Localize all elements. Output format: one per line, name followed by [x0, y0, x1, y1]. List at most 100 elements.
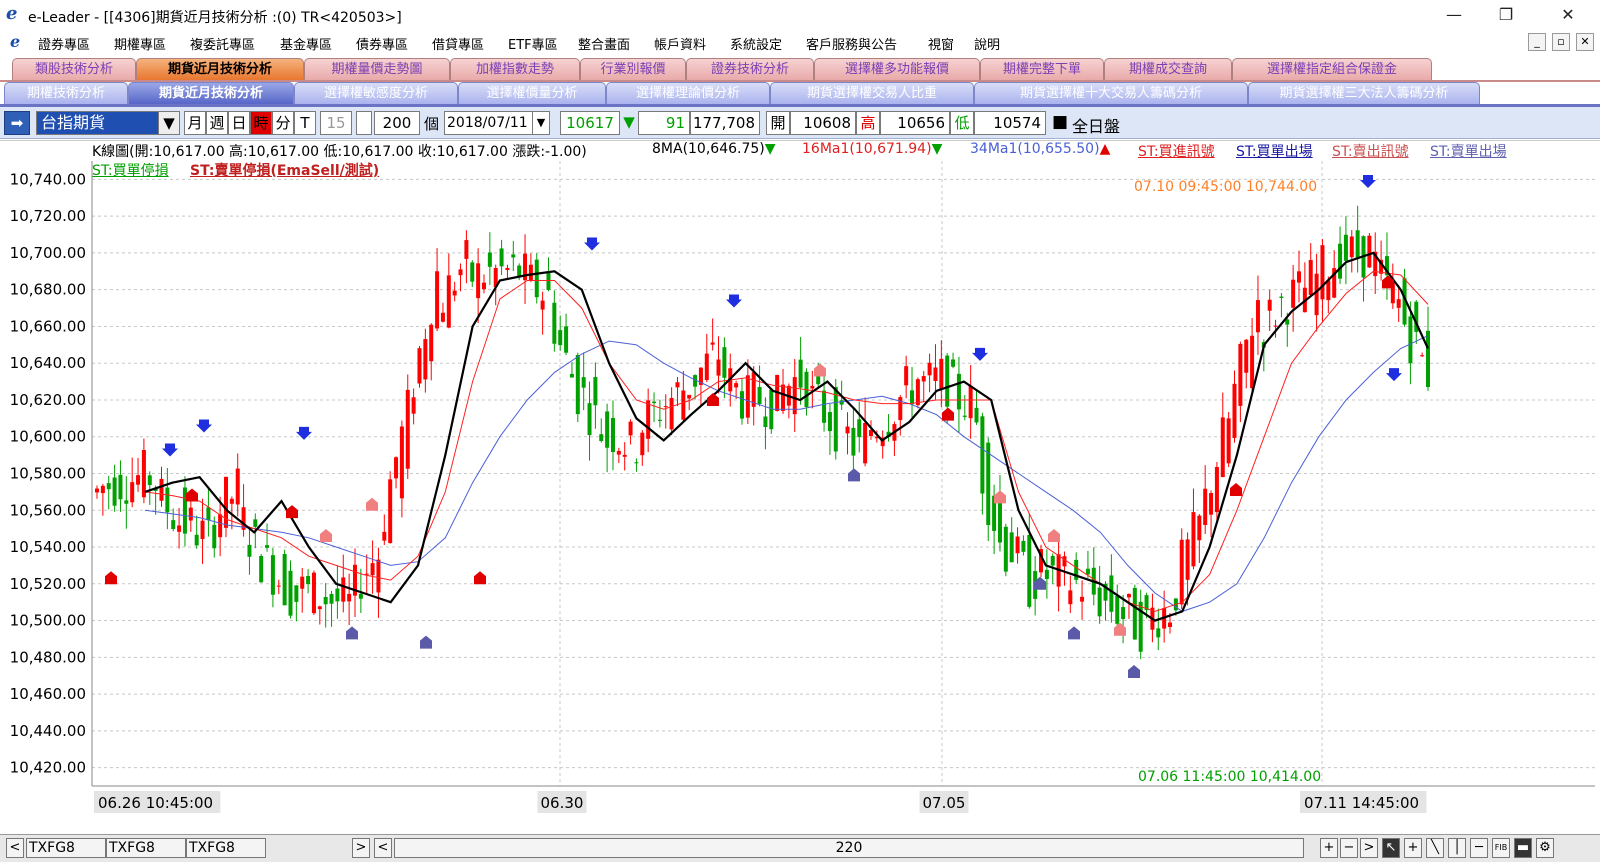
vertical-line-tool-icon[interactable]: │	[1448, 838, 1466, 858]
menu-funds[interactable]: 基金專區	[280, 34, 332, 53]
zoom-in-icon[interactable]: +	[1320, 838, 1338, 858]
period-tick-button[interactable]: T	[294, 111, 316, 135]
minimize-icon[interactable]: —	[1442, 4, 1466, 26]
mdi-restore-icon[interactable]: ▫	[1552, 33, 1570, 51]
product-select[interactable]: 台指期貨	[36, 111, 168, 135]
candle-body	[159, 478, 164, 501]
tab-industry-quotes[interactable]: 行業別報價	[580, 58, 686, 80]
tab-futures-near-month[interactable]: 期貨近月技術分析	[136, 58, 304, 80]
menu-sub-brokerage[interactable]: 複委託專區	[190, 34, 255, 53]
e-leader-logo-icon: e	[6, 3, 18, 24]
tab-options-margin[interactable]: 選擇權指定組合保證金	[1232, 58, 1432, 80]
chart-settings-icon[interactable]: ⚙	[1536, 838, 1554, 858]
date-input[interactable]: 2018/07/11	[444, 111, 534, 135]
tab-futures-near-month-2[interactable]: 期貨近月技術分析	[128, 82, 294, 104]
period-week-button[interactable]: 週	[206, 111, 228, 135]
crosshair-tool-icon[interactable]: +	[1404, 838, 1422, 858]
tab-trader-ratio[interactable]: 期貨選擇權交易人比重	[770, 82, 974, 104]
pointer-tool-icon[interactable]: ↖	[1382, 838, 1400, 858]
mdi-minimize-icon[interactable]: _	[1528, 33, 1546, 51]
candle-body	[822, 390, 827, 423]
horizontal-line-tool-icon[interactable]: ─	[1470, 838, 1488, 858]
candle-body	[1338, 243, 1343, 279]
scroll-left-icon[interactable]: <	[6, 838, 24, 858]
delete-drawing-icon[interactable]: ▬	[1514, 838, 1532, 858]
candle-body	[1226, 418, 1231, 464]
candle-body	[704, 353, 709, 381]
menu-etf[interactable]: ETF專區	[508, 34, 558, 53]
symbol-tab-1[interactable]: TXFG8	[26, 838, 106, 858]
app-menu-icon[interactable]: e	[10, 32, 28, 51]
menu-help[interactable]: 說明	[974, 34, 1000, 53]
tab-options-volume-price[interactable]: 期權量價走勢圖	[304, 58, 450, 80]
close-icon[interactable]: ✕	[1556, 4, 1580, 26]
menu-bonds[interactable]: 債券專區	[356, 34, 408, 53]
menu-customer-service[interactable]: 客戶服務與公告	[806, 34, 897, 53]
menu-window[interactable]: 視窗	[928, 34, 954, 53]
menu-securities[interactable]: 證券專區	[38, 34, 90, 53]
candle-body	[1062, 556, 1067, 567]
tab-index-trend[interactable]: 加權指數走勢	[450, 58, 580, 80]
candle-body	[1168, 622, 1173, 628]
scroll-right-icon[interactable]: >	[352, 838, 370, 858]
candle-body	[429, 324, 434, 362]
tab-sector-technical[interactable]: 類股技術分析	[12, 58, 136, 80]
symbol-tab-2[interactable]: TXFG8	[106, 838, 186, 858]
y-tick-label: 10,460.00	[10, 685, 86, 703]
period-day-button[interactable]: 日	[228, 111, 250, 135]
y-tick-label: 10,700.00	[10, 244, 86, 262]
go-arrow-icon[interactable]: ➡	[4, 111, 30, 135]
chart-scroll-left-icon[interactable]: <	[374, 838, 392, 858]
symbol-tab-3[interactable]: TXFG8	[186, 838, 266, 858]
candle-body	[1085, 568, 1090, 575]
tab-full-order[interactable]: 期權完整下單	[980, 58, 1104, 80]
tab-options-sensitivity[interactable]: 選擇權敏感度分析	[294, 82, 458, 104]
menu-account[interactable]: 帳戶資料	[654, 34, 706, 53]
tab-trade-query[interactable]: 期權成交查詢	[1104, 58, 1232, 80]
period-minute-button[interactable]: 分	[272, 111, 294, 135]
tab-options-price-volume[interactable]: 選擇權價量分析	[458, 82, 606, 104]
tab-institutional[interactable]: 期貨選擇權三大法人籌碼分析	[1248, 82, 1480, 104]
candle-body	[1191, 512, 1196, 567]
candle-body	[1244, 339, 1249, 373]
tab-options-theoretical[interactable]: 選擇權理論價分析	[606, 82, 770, 104]
menu-integrated[interactable]: 整合畫面	[578, 34, 630, 53]
chart-scroll-right-icon[interactable]: >	[1360, 838, 1378, 858]
candle-body	[294, 585, 299, 602]
full-session-checkbox[interactable]: ■	[1052, 112, 1068, 132]
date-dropdown-icon[interactable]: ▼	[532, 111, 550, 135]
fibonacci-tool-icon[interactable]: FIB	[1492, 838, 1510, 858]
trendline-tool-icon[interactable]: ╲	[1426, 838, 1444, 858]
candlestick-chart[interactable]: 10,740.00 10,720.00 10,700.00 10,680.00 10,6…	[0, 141, 1600, 835]
menu-settings[interactable]: 系統設定	[730, 34, 782, 53]
candle-body	[347, 593, 352, 602]
menu-lending[interactable]: 借貸專區	[432, 34, 484, 53]
candle-body	[710, 342, 715, 345]
restore-icon[interactable]: ❐	[1494, 4, 1518, 26]
candle-body	[1220, 417, 1225, 478]
high-annotation: 07.10 09:45:00 10,744.00	[1134, 179, 1317, 195]
chart-area[interactable]: K線圖(開:10,617.00 高:10,617.00 低:10,617.00 …	[0, 140, 1600, 834]
count-input[interactable]: 200	[374, 111, 420, 135]
zoom-out-icon[interactable]: −	[1340, 838, 1358, 858]
candle-body	[927, 362, 932, 376]
tab-options-multi-quote[interactable]: 選擇權多功能報價	[814, 58, 980, 80]
menu-futures-options[interactable]: 期權專區	[114, 34, 166, 53]
period-month-button[interactable]: 月	[184, 111, 206, 135]
tab-options-technical[interactable]: 期權技術分析	[4, 82, 128, 104]
x-tick-label: 06.26 10:45:00	[98, 794, 213, 812]
candle-body	[106, 483, 111, 490]
interval-spinner[interactable]	[356, 111, 372, 135]
period-hour-button[interactable]: 時	[250, 111, 272, 135]
chart-scrollbar[interactable]: 220	[394, 838, 1304, 858]
down-triangle-icon: ▼	[623, 113, 635, 131]
candle-body	[511, 254, 516, 258]
mdi-close-icon[interactable]: ✕	[1576, 33, 1594, 51]
tab-top10-traders[interactable]: 期貨選擇權十大交易人籌碼分析	[974, 82, 1248, 104]
interval-input[interactable]: 15	[320, 111, 352, 135]
product-dropdown-icon[interactable]: ▼	[158, 111, 180, 135]
candle-body	[223, 476, 228, 528]
tab-stock-technical[interactable]: 證券技術分析	[686, 58, 814, 80]
candle-body	[857, 419, 862, 438]
candle-body	[1250, 335, 1255, 389]
